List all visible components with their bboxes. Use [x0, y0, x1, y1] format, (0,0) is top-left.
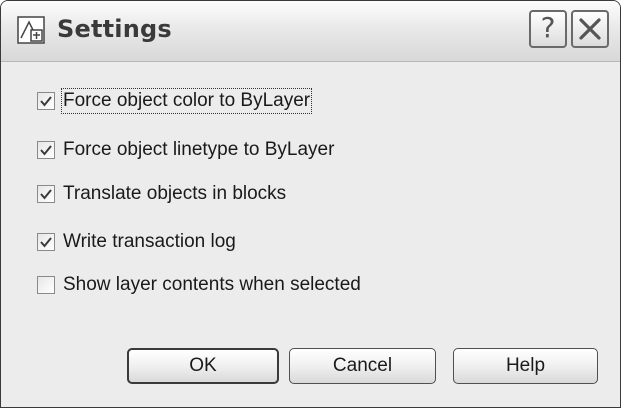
option-label: Show layer contents when selected [63, 274, 361, 295]
close-icon [579, 18, 601, 40]
check-icon [40, 237, 52, 248]
checkbox-transaction-log[interactable] [37, 233, 55, 251]
option-label: Force object linetype to ByLayer [63, 139, 335, 160]
title-help-button[interactable]: ? [529, 10, 567, 48]
settings-dialog: Settings ? Force object color to ByLayer [0, 0, 621, 408]
dialog-title: Settings [57, 15, 172, 43]
option-show-layer-contents[interactable]: Show layer contents when selected [37, 273, 361, 297]
cancel-button[interactable]: Cancel [289, 348, 436, 384]
option-translate-blocks[interactable]: Translate objects in blocks [37, 182, 286, 206]
option-label: Write transaction log [63, 231, 236, 252]
option-force-linetype[interactable]: Force object linetype to ByLayer [37, 138, 334, 162]
checkbox-translate-blocks[interactable] [37, 185, 55, 203]
question-icon: ? [540, 11, 556, 44]
option-label: Force object color to ByLayer [60, 88, 313, 114]
checkbox-show-layer-contents[interactable] [37, 276, 55, 294]
check-icon [40, 189, 52, 200]
ok-button[interactable]: OK [127, 348, 279, 384]
title-bar[interactable]: Settings ? [1, 1, 620, 62]
option-label: Translate objects in blocks [63, 183, 287, 204]
help-button[interactable]: Help [453, 348, 598, 384]
checkbox-force-linetype[interactable] [37, 141, 55, 159]
check-icon [40, 145, 52, 156]
option-transaction-log[interactable]: Write transaction log [37, 230, 236, 254]
app-icon [17, 16, 45, 44]
checkbox-force-color[interactable] [37, 92, 55, 110]
close-button[interactable] [571, 10, 609, 48]
check-icon [40, 96, 52, 107]
option-force-color[interactable]: Force object color to ByLayer [37, 88, 313, 114]
